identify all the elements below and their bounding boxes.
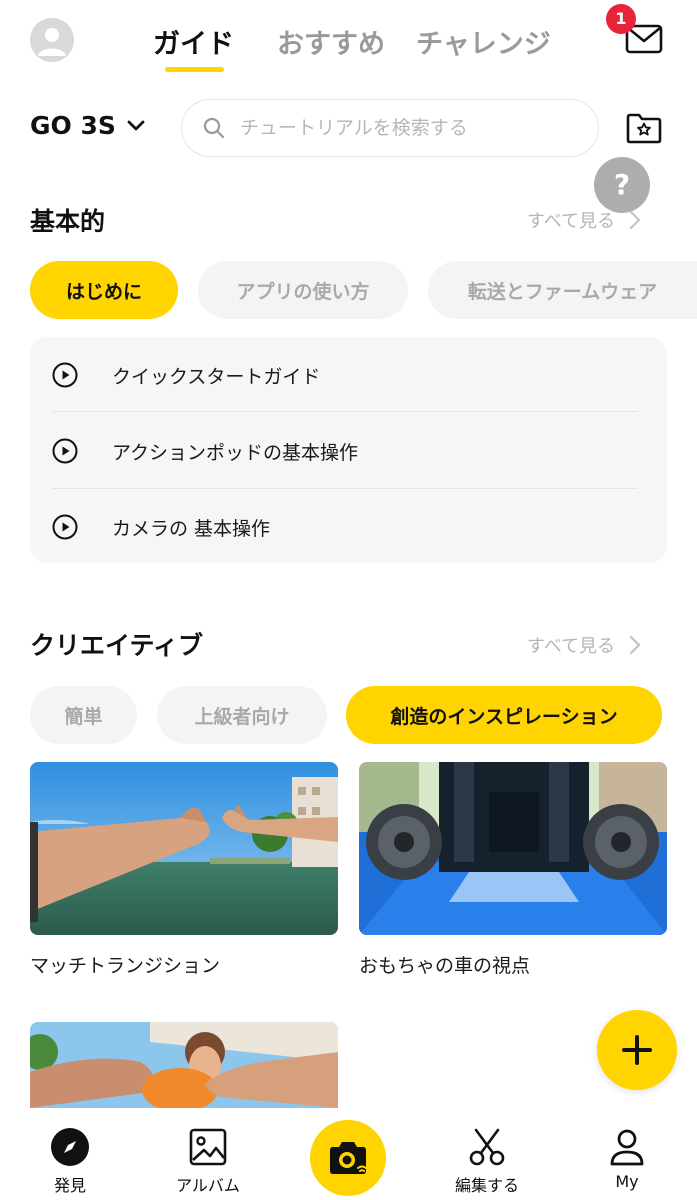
pill-getting-started[interactable]: はじめに (30, 261, 178, 319)
chevron-right-icon (629, 635, 641, 655)
search-icon (203, 117, 225, 139)
video-thumbnail-toy-car-pov[interactable] (359, 762, 667, 935)
nav-my[interactable]: My (572, 1126, 682, 1191)
match-transition-image (30, 762, 338, 935)
nav-album[interactable]: アルバム (153, 1126, 263, 1196)
chevron-down-icon (127, 120, 145, 130)
nav-label: My (615, 1172, 639, 1191)
pill-transfer-firmware[interactable]: 転送とファームウェア (428, 261, 697, 319)
bottom-navigation: 発見 アルバム 編集する My (0, 1108, 697, 1200)
see-all-label: すべて見る (527, 636, 616, 657)
guide-item-label: クイックスタートガイド (112, 365, 321, 388)
chevron-right-icon (629, 210, 641, 230)
video-title[interactable]: おもちゃの車の視点 (359, 951, 530, 978)
active-tab-indicator (165, 67, 224, 72)
guide-item-quickstart[interactable]: クイックスタートガイド (52, 337, 638, 413)
hands-bowl-image (30, 1022, 338, 1108)
toy-car-pov-image (359, 762, 667, 935)
video-thumbnail-third[interactable] (30, 1022, 338, 1108)
pill-creative-inspiration[interactable]: 創造のインスピレーション (346, 686, 662, 744)
play-circle-icon (52, 514, 78, 540)
add-button[interactable] (597, 1010, 677, 1090)
nav-label: 編集する (454, 1176, 519, 1195)
video-title[interactable]: マッチトランジション (30, 951, 220, 978)
basic-see-all-link[interactable]: すべて見る (527, 207, 641, 233)
camera-icon (330, 1142, 367, 1174)
favorites-folder-icon[interactable] (624, 110, 664, 146)
divider (52, 411, 638, 412)
help-button[interactable]: ? (594, 157, 650, 213)
play-circle-icon (52, 362, 78, 388)
play-circle-icon (52, 438, 78, 464)
nav-label: アルバム (176, 1176, 240, 1195)
search-input[interactable] (240, 117, 570, 139)
guide-item-label: カメラの 基本操作 (112, 517, 271, 540)
user-icon (610, 1129, 644, 1166)
tab-challenge[interactable]: チャレンジ (416, 22, 551, 61)
guide-item-label: アクションポッドの基本操作 (112, 441, 359, 464)
video-thumbnail-match-transition[interactable] (30, 762, 338, 935)
device-name: GO 3S (30, 111, 116, 140)
tab-guide[interactable]: ガイド (153, 22, 234, 61)
nav-discover[interactable]: 発見 (15, 1126, 125, 1196)
creative-see-all-link[interactable]: すべて見る (527, 632, 641, 658)
camera-button[interactable] (310, 1120, 386, 1196)
search-bar[interactable] (181, 99, 599, 157)
device-selector[interactable]: GO 3S (30, 111, 146, 140)
tab-recommended[interactable]: おすすめ (277, 22, 385, 61)
nav-edit[interactable]: 編集する (432, 1126, 542, 1196)
plus-icon (622, 1035, 652, 1065)
guide-list: クイックスタートガイド アクションポッドの基本操作 カメラの 基本操作 (30, 337, 667, 563)
compass-icon (51, 1128, 89, 1166)
pill-app-usage[interactable]: アプリの使い方 (198, 261, 408, 319)
scissors-icon (469, 1128, 505, 1166)
pill-easy[interactable]: 簡単 (30, 686, 137, 744)
see-all-label: すべて見る (527, 211, 616, 232)
creative-section-title: クリエイティブ (30, 631, 204, 660)
notification-badge: 1 (606, 4, 636, 34)
image-gallery-icon (189, 1128, 227, 1166)
nav-label: 発見 (53, 1176, 86, 1195)
guide-item-actionpod[interactable]: アクションポッドの基本操作 (52, 413, 638, 489)
basic-section-title: 基本的 (30, 207, 106, 236)
guide-item-camera[interactable]: カメラの 基本操作 (52, 489, 638, 565)
pill-advanced[interactable]: 上級者向け (157, 686, 327, 744)
avatar[interactable] (30, 18, 74, 62)
user-avatar-icon (30, 18, 74, 62)
